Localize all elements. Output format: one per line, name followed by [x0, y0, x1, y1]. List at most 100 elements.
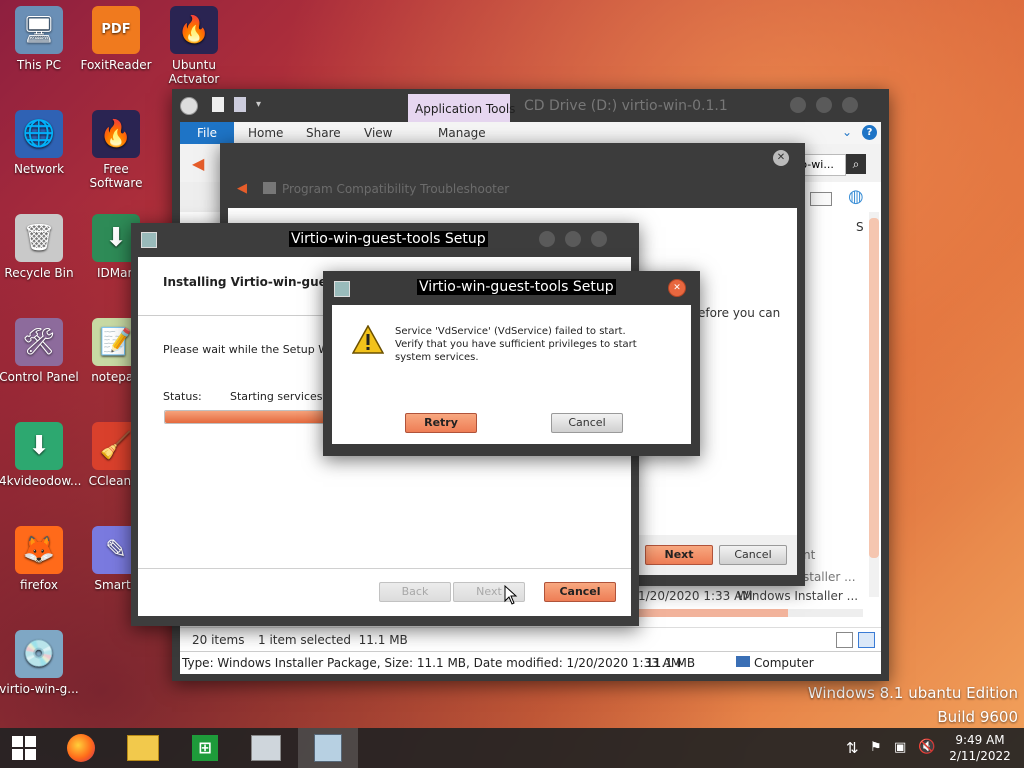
file-row-type-3: staller ... [803, 570, 856, 584]
firefox-icon: 🦊 [15, 526, 63, 574]
error-message: Service 'VdService' (VdService) failed t… [395, 326, 637, 363]
network-globe-icon: 🌐 [15, 110, 63, 158]
close-button[interactable]: ✕ [668, 279, 686, 297]
qat-dropdown-icon[interactable]: ▾ [256, 99, 261, 110]
selection-info: 1 item selected 11.1 MB [258, 633, 408, 647]
firefox-doc-icon: 🔥 [170, 6, 218, 54]
close-button[interactable]: ✕ [773, 150, 789, 166]
tab-file[interactable]: File [180, 122, 234, 144]
cancel-button[interactable]: Cancel [719, 545, 787, 565]
desktop-icon-label: Ubuntu Actvator [168, 58, 220, 86]
service-error-dialog[interactable]: Virtio-win-guest-tools Setup ✕ Service '… [323, 271, 700, 456]
flag-tray-icon[interactable]: ⚑ [870, 740, 882, 755]
disc-icon[interactable] [180, 97, 198, 115]
troubleshooter-body-text: efore you can [698, 306, 781, 320]
desktop-icon-5[interactable]: 🗑 Recycle Bin [0, 214, 79, 280]
desktop-icon-11[interactable]: 🦊 firefox [0, 526, 79, 592]
network-error-tray-icon[interactable]: ▣ [894, 740, 906, 755]
retry-button[interactable]: Retry [405, 413, 477, 433]
status-location: Computer [754, 656, 814, 670]
back-arrow-icon[interactable]: ◀ [192, 154, 204, 173]
globe-icon: ◍ [848, 186, 864, 207]
firefox-doc-icon: 🔥 [92, 110, 140, 158]
vertical-scrollbar[interactable] [869, 212, 879, 597]
desktop-icon-label: Control Panel [0, 370, 79, 384]
cancel-button[interactable]: Cancel [544, 582, 616, 602]
search-button[interactable]: ⌕ [846, 154, 866, 174]
desktop-icon-4[interactable]: 🔥 Free Software [76, 110, 156, 190]
taskbar-setup[interactable] [298, 728, 358, 768]
warning-icon [352, 325, 384, 354]
close-button[interactable] [591, 231, 607, 247]
large-icons-view-icon[interactable] [858, 632, 875, 648]
installer-icon: 💿 [15, 630, 63, 678]
next-button[interactable]: Next [645, 545, 713, 565]
watermark-edition: Windows 8.1 ubantu Edition [807, 684, 1018, 702]
details-view-icon[interactable] [836, 632, 853, 648]
horizontal-scrollbar[interactable] [638, 609, 863, 617]
status-size: 11.1 MB [646, 656, 696, 670]
desktop-icon-0[interactable]: 🖥 This PC [0, 6, 79, 72]
setup-app-icon [141, 232, 157, 248]
desktop-icon-2[interactable]: 🔥 Ubuntu Actvator [154, 6, 234, 86]
tab-manage[interactable]: Manage [438, 126, 486, 140]
dialog-title: Virtio-win-guest-tools Setup [417, 279, 616, 295]
file-row-type: Windows Installer ... [737, 589, 859, 603]
new-folder-icon[interactable] [234, 97, 246, 112]
windows-logo-icon [12, 736, 36, 760]
status-value: Starting services [230, 390, 323, 403]
file-row-selected[interactable]: 1/20/2020 1:33 AM Windows Installer ... [638, 586, 868, 610]
computer-icon [736, 656, 750, 667]
watermark-build: Build 9600 [937, 708, 1018, 726]
maximize-button[interactable] [816, 97, 832, 113]
taskbar-store[interactable]: ⊞ [175, 728, 235, 768]
firefox-icon [67, 734, 95, 762]
start-button[interactable] [0, 728, 48, 768]
help-icon[interactable]: ? [862, 125, 877, 140]
clock-date: 2/11/2022 [949, 749, 1011, 763]
desktop-icon-1[interactable]: PDF FoxitReader [76, 6, 156, 72]
explorer-title: CD Drive (D:) virtio-win-0.1.1 [524, 98, 728, 114]
minimize-button[interactable] [539, 231, 555, 247]
close-button[interactable] [842, 97, 858, 113]
minimize-button[interactable] [790, 97, 806, 113]
tab-share[interactable]: Share [306, 126, 341, 140]
tab-home[interactable]: Home [248, 126, 283, 140]
clock-time: 9:49 AM [955, 733, 1005, 747]
monitor-icon: 🖥 [15, 6, 63, 54]
desktop-icon-label: This PC [17, 58, 61, 72]
desktop-icon-13[interactable]: 💿 virtio-win-g... [0, 630, 79, 696]
properties-icon[interactable] [212, 97, 224, 112]
recycle-bin-icon: 🗑 [15, 214, 63, 262]
control-panel-icon: 🛠 [15, 318, 63, 366]
tab-view[interactable]: View [364, 126, 392, 140]
maximize-button[interactable] [565, 231, 581, 247]
back-arrow-icon[interactable]: ◀ [237, 181, 247, 196]
desktop-icon-label: FoxitReader [80, 58, 152, 72]
cancel-button[interactable]: Cancel [551, 413, 623, 433]
back-button[interactable]: Back [379, 582, 451, 602]
desktop-icon-9[interactable]: ⬇ 4kvideodow... [0, 422, 82, 488]
setup-app-icon [334, 281, 350, 297]
clock[interactable]: 9:49 AM 2/11/2022 [940, 732, 1020, 764]
store-icon: ⊞ [192, 735, 218, 761]
desktop-icon-3[interactable]: 🌐 Network [0, 110, 79, 176]
desktop-icon-label: Network [13, 162, 65, 176]
folder-icon [127, 735, 159, 761]
desktop-icon-label: 4kvideodow... [0, 474, 82, 488]
status-label: Status: [163, 390, 202, 403]
desktop-icon-label: virtio-win-g... [0, 682, 79, 696]
desktop-icon-label: firefox [20, 578, 58, 592]
volume-muted-tray-icon[interactable]: 🔇 [918, 739, 935, 755]
taskbar-firefox[interactable] [51, 728, 111, 768]
desktop-icon-7[interactable]: 🛠 Control Panel [0, 318, 79, 384]
network-tray-icon[interactable]: ⇅ [846, 739, 859, 757]
foxit-pdf-icon: PDF [92, 6, 140, 54]
status-details: Type: Windows Installer Package, Size: 1… [182, 656, 682, 670]
taskbar-troubleshooter[interactable] [236, 728, 296, 768]
details-pane-icon[interactable] [810, 192, 832, 206]
items-count: 20 items [192, 633, 245, 647]
desktop-icon-label: Recycle Bin [4, 266, 74, 280]
ribbon-expand-icon[interactable]: ⌄ [842, 125, 852, 139]
taskbar-file-explorer[interactable] [113, 728, 173, 768]
